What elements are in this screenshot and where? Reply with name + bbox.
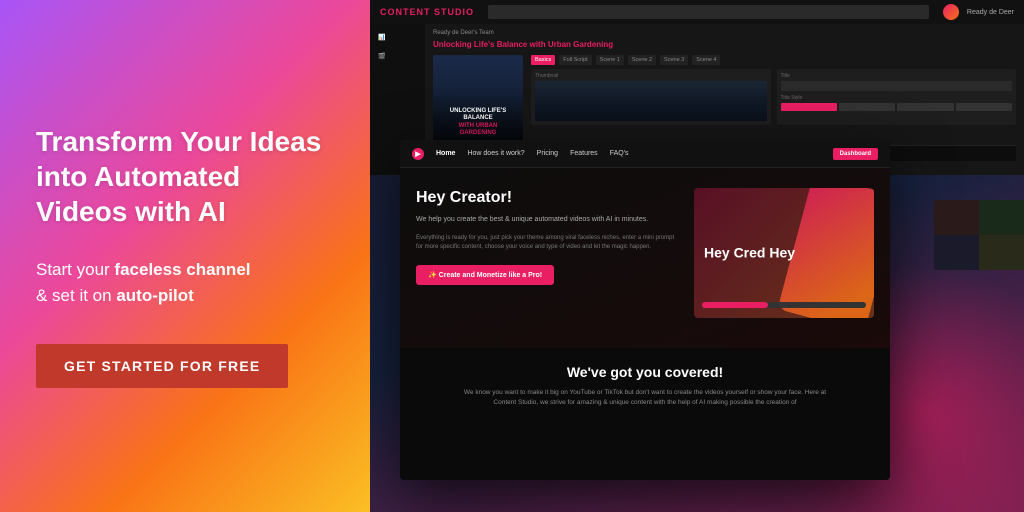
web-nav: ▶ Home How does it work? Pricing Feature…	[400, 140, 890, 168]
web-nav-faq[interactable]: FAQ's	[610, 150, 629, 157]
cs-logo: CONTENT STUDIO	[380, 7, 474, 17]
cs-title-panel: Title Title Style	[777, 69, 1017, 125]
web-cta-button[interactable]: ✨ Create and Monetize like a Pro!	[416, 265, 554, 285]
cs-style-cinematic[interactable]	[956, 103, 1012, 111]
web-hero-title: Hey Creator!	[416, 188, 678, 207]
cs-tabs-row: Basics Full Script Scene 1 Scene 2 Scene…	[531, 55, 1016, 65]
web-nav-features[interactable]: Features	[570, 150, 598, 157]
cs-tab-scene2[interactable]: Scene 2	[628, 55, 656, 65]
thumb-cell-1	[934, 200, 979, 235]
vid-progress-bar	[702, 302, 866, 308]
city-silhouette	[535, 81, 767, 121]
cs-breadcrumb: Ready de Deer's Team	[433, 30, 1016, 36]
cs-panels-row: Thumbnail Title Title Style	[531, 69, 1016, 125]
web-hero-text: Hey Creator! We help you create the best…	[416, 188, 678, 328]
web-dashboard-button[interactable]: Dashboard	[833, 148, 878, 160]
cs-tab-scene4[interactable]: Scene 4	[692, 55, 720, 65]
cs-logo-text: CONTENT	[380, 7, 434, 17]
bold-autopilot: auto-pilot	[116, 286, 193, 305]
subtext: Start your faceless channel & set it on …	[36, 257, 334, 308]
headline: Transform Your Ideas into Automated Vide…	[36, 124, 334, 229]
cs-thumbnail-panel: Thumbnail	[531, 69, 771, 125]
cs-style-titleclip[interactable]	[839, 103, 895, 111]
web-bottom-desc: We know you want to make it big on YouTu…	[455, 388, 835, 409]
cs-search-bar	[488, 5, 929, 19]
left-panel: Transform Your Ideas into Automated Vide…	[0, 0, 370, 512]
cs-style-default[interactable]	[781, 103, 837, 111]
cs-style-nocover[interactable]	[897, 103, 953, 111]
cs-right-panels: Basics Full Script Scene 1 Scene 2 Scene…	[531, 55, 1016, 145]
cs-large-thumbnail: UNLOCKING LIFE'SBALANCEWITH URBANGARDENI…	[433, 55, 523, 145]
small-thumbnail	[934, 200, 1024, 270]
cs-logo-accent: STUDIO	[434, 7, 474, 17]
web-nav-pricing[interactable]: Pricing	[537, 150, 558, 157]
thumb-grid	[934, 200, 1024, 270]
cs-style-options	[781, 103, 1013, 111]
cs-video-title: Unlocking Life's Balance with Urban Gard…	[433, 40, 1016, 49]
web-logo-icon: ▶	[412, 148, 424, 160]
web-hero-video: Hey Cred Hey	[694, 188, 874, 318]
cs-thumb-preview	[535, 81, 767, 121]
web-hero-desc: We help you create the best & unique aut…	[416, 215, 678, 226]
vid-progress-fill	[702, 302, 768, 308]
cs-user-name: Ready de Deer	[967, 9, 1014, 16]
cs-thumbnail-label: Thumbnail	[535, 73, 767, 79]
vid-text: Hey Cred Hey	[704, 245, 795, 262]
web-nav-howworks[interactable]: How does it work?	[467, 150, 524, 157]
cs-content-area: UNLOCKING LIFE'SBALANCEWITH URBANGARDENI…	[433, 55, 1016, 145]
web-bottom-title: We've got you covered!	[416, 364, 874, 380]
thumb-text: UNLOCKING LIFE'SBALANCEWITH URBANGARDENI…	[437, 108, 519, 137]
cs-tab-scene1[interactable]: Scene 1	[596, 55, 624, 65]
cs-tab-basics[interactable]: Basics	[531, 55, 555, 65]
thumb-cell-4	[979, 235, 1024, 270]
sidebar-item-dashboard[interactable]: 📊	[370, 30, 425, 45]
thumb-cell-3	[934, 235, 979, 270]
cta-button[interactable]: GET STARTED FOR FREE	[36, 344, 288, 388]
cs-tab-fullscript[interactable]: Full Script	[559, 55, 591, 65]
cs-avatar	[943, 4, 959, 20]
website-screenshot: ▶ Home How does it work? Pricing Feature…	[400, 140, 890, 480]
cs-topbar: CONTENT STUDIO Ready de Deer	[370, 0, 1024, 24]
cs-title-input[interactable]	[781, 81, 1013, 91]
web-hero-subdesc: Everything is ready for you, just pick y…	[416, 234, 678, 252]
web-hero: Hey Creator! We help you create the best…	[400, 168, 890, 348]
right-panel: CONTENT STUDIO Ready de Deer 📊 🎬 Ready d…	[370, 0, 1024, 512]
web-logo-symbol: ▶	[415, 150, 420, 158]
cs-style-label: Title Style	[781, 95, 1013, 101]
web-nav-home[interactable]: Home	[436, 150, 455, 157]
thumb-cell-2	[979, 200, 1024, 235]
cs-title-label: Title	[781, 73, 1013, 79]
sidebar-item-videos[interactable]: 🎬	[370, 49, 425, 64]
cs-tab-scene3[interactable]: Scene 3	[660, 55, 688, 65]
web-bottom: We've got you covered! We know you want …	[400, 348, 890, 425]
bold-faceless: faceless channel	[114, 260, 250, 279]
